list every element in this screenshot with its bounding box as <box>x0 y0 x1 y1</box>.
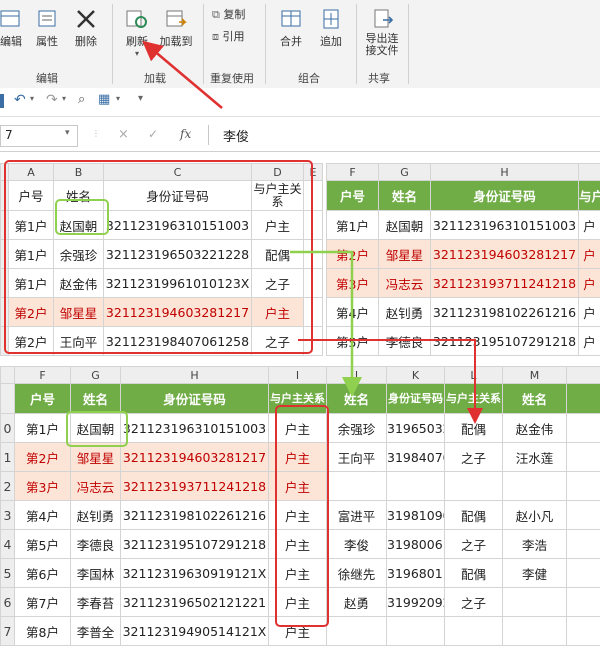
arrow-to-refresh <box>146 44 222 108</box>
arrow-spouse <box>290 252 352 392</box>
annotation-arrows <box>0 0 600 645</box>
arrow-child <box>298 340 475 420</box>
